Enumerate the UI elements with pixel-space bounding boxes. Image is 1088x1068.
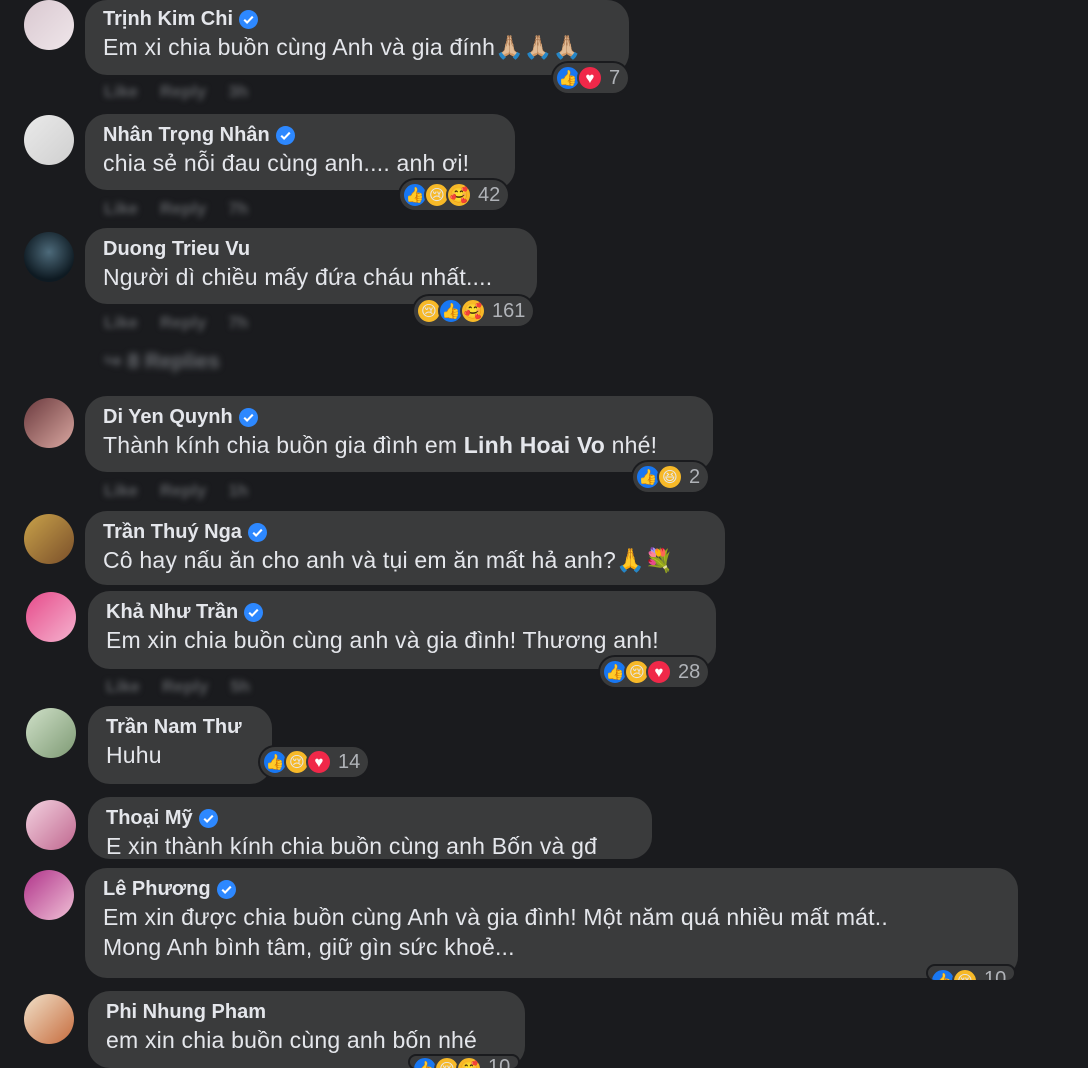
author-name[interactable]: Nhân Trọng Nhân	[103, 122, 270, 148]
reaction-count: 10	[488, 1056, 511, 1068]
comment-meta: Like Reply 7h	[104, 313, 270, 333]
avatar[interactable]	[24, 232, 74, 282]
avatar[interactable]	[24, 0, 74, 50]
avatar[interactable]	[26, 708, 76, 758]
author-name[interactable]: Duong Trieu Vu	[103, 236, 250, 262]
reaction-summary[interactable]: 👍 😢 🥰 42	[400, 180, 509, 210]
comment-text-line2: Mong Anh bình tâm, giữ gìn sức khoẻ...	[103, 934, 515, 960]
reaction-count: 161	[492, 299, 526, 322]
comment-text: Người dì chiều mấy đứa cháu nhất....	[103, 264, 493, 290]
comment-bubble: Lê Phương Em xin được chia buồn cùng Anh…	[85, 868, 1018, 978]
comment-bubble: Trần Thuý Nga Cô hay nấu ăn cho anh và t…	[85, 511, 725, 585]
reply-link[interactable]: Reply	[162, 677, 208, 696]
comment-meta: Like Reply 7h	[104, 199, 270, 219]
verified-badge-icon	[198, 808, 218, 828]
verified-badge-icon	[239, 9, 258, 29]
verified-badge-icon	[247, 522, 267, 542]
comment-text-part: Thành kính chia buồn gia đình em	[103, 432, 464, 458]
comment-text-part: nhé!	[605, 432, 658, 458]
love-icon: ♥	[306, 749, 332, 775]
verified-badge-icon	[216, 879, 236, 899]
comment-text: Huhu	[106, 742, 162, 768]
comment-bubble: Trịnh Kim Chi Em xi chia buồn cùng Anh v…	[85, 0, 629, 75]
comment-text: Em xin được chia buồn cùng Anh và gia đì…	[103, 904, 888, 930]
avatar[interactable]	[24, 994, 74, 1044]
verified-badge-icon	[275, 125, 295, 145]
author-name[interactable]: Trịnh Kim Chi	[103, 6, 233, 32]
comment-text: Cô hay nấu ăn cho anh và tụi em ăn mất h…	[103, 547, 674, 573]
reaction-summary[interactable]: 👍 😆 2	[633, 462, 709, 492]
replies-count: 8 Replies	[127, 350, 220, 373]
avatar[interactable]	[24, 115, 74, 165]
reaction-summary[interactable]: 👍 😢 ♥ 28	[600, 657, 709, 687]
reaction-summary[interactable]: 👍 😢 10	[928, 966, 1015, 980]
comment-feed: Trịnh Kim Chi Em xi chia buồn cùng Anh v…	[0, 0, 1088, 1068]
avatar[interactable]	[26, 800, 76, 850]
author-name[interactable]: Trần Thuý Nga	[103, 519, 242, 545]
comment-text: Em xi chia buồn cùng Anh và gia đính🙏🏼🙏🏼…	[103, 34, 582, 60]
reaction-summary[interactable]: 👍 😢 🥰 10	[410, 1056, 519, 1068]
comment-meta: Like Reply 1h	[104, 481, 270, 501]
author-name[interactable]: Khả Như Trần	[106, 599, 238, 625]
comment-bubble: Trần Nam Thư Huhu	[88, 706, 272, 784]
love-icon: ♥	[646, 659, 672, 685]
mention-link[interactable]: Linh Hoai Vo	[464, 432, 605, 458]
care-icon: 🥰	[460, 298, 486, 324]
comment-bubble: Duong Trieu Vu Người dì chiều mấy đứa ch…	[85, 228, 537, 304]
avatar[interactable]	[24, 870, 74, 920]
reaction-count: 7	[609, 66, 621, 89]
comment-text: Em xin chia buồn cùng anh và gia đình! T…	[106, 627, 659, 653]
reaction-count: 2	[689, 465, 701, 488]
timestamp: 7h	[228, 313, 249, 332]
reaction-count: 10	[984, 968, 1007, 980]
like-link[interactable]: Like	[104, 481, 138, 500]
author-name[interactable]: Phi Nhung Pham	[106, 999, 266, 1025]
like-link[interactable]: Like	[104, 313, 138, 332]
timestamp: 3h	[228, 82, 249, 101]
timestamp: 7h	[228, 199, 249, 218]
like-link[interactable]: Like	[106, 677, 140, 696]
comment-meta: Like Reply 5h	[106, 677, 272, 697]
timestamp: 1h	[228, 481, 249, 500]
like-link[interactable]: Like	[104, 82, 138, 101]
reply-link[interactable]: Reply	[160, 199, 206, 218]
comment-meta: Like Reply 3h	[104, 82, 270, 102]
view-replies-link[interactable]: ↪ 8 Replies	[104, 349, 220, 374]
love-icon: ♥	[577, 65, 603, 91]
reply-link[interactable]: Reply	[160, 313, 206, 332]
reaction-summary[interactable]: 👍 ♥ 7	[553, 63, 629, 93]
comment-text: em xin chia buồn cùng anh bốn nhé	[106, 1027, 478, 1053]
comment-bubble: Thoại Mỹ E xin thành kính chia buồn cùng…	[88, 797, 652, 859]
avatar[interactable]	[24, 398, 74, 448]
sad-icon: 😢	[952, 968, 978, 980]
reaction-count: 14	[338, 750, 361, 773]
reaction-summary[interactable]: 👍 😢 ♥ 14	[260, 747, 369, 777]
avatar[interactable]	[24, 514, 74, 564]
author-name[interactable]: Di Yen Quynh	[103, 404, 233, 430]
care-icon: 🥰	[446, 182, 472, 208]
reaction-count: 42	[478, 183, 501, 206]
verified-badge-icon	[244, 602, 264, 622]
comment-text: E xin thành kính chia buồn cùng anh Bốn …	[106, 833, 598, 859]
care-icon: 🥰	[456, 1056, 482, 1068]
comment-bubble: Di Yen Quynh Thành kính chia buồn gia đì…	[85, 396, 713, 472]
reaction-count: 28	[678, 660, 701, 683]
author-name[interactable]: Lê Phương	[103, 876, 211, 902]
haha-icon: 😆	[657, 464, 683, 490]
comment-text: Thành kính chia buồn gia đình em Linh Ho…	[103, 430, 695, 460]
timestamp: 5h	[230, 677, 251, 696]
reply-link[interactable]: Reply	[160, 82, 206, 101]
reaction-summary[interactable]: 😢 👍 🥰 161	[414, 296, 534, 326]
author-name[interactable]: Thoại Mỹ	[106, 805, 193, 831]
like-link[interactable]: Like	[104, 199, 138, 218]
comment-bubble: Nhân Trọng Nhân chia sẻ nỗi đau cùng anh…	[85, 114, 515, 190]
avatar[interactable]	[26, 592, 76, 642]
verified-badge-icon	[238, 407, 258, 427]
reply-link[interactable]: Reply	[160, 481, 206, 500]
author-name[interactable]: Trần Nam Thư	[106, 714, 242, 740]
comment-text: chia sẻ nỗi đau cùng anh.... anh ơi!	[103, 150, 470, 176]
